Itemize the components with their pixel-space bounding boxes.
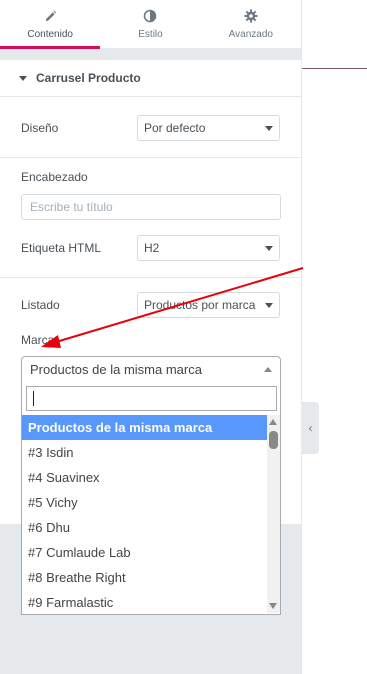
chevron-down-icon: [265, 302, 273, 308]
gear-icon: [243, 8, 259, 24]
dropdown-option[interactable]: #7 Cumlaude Lab: [22, 540, 267, 565]
encabezado-row: Encabezado: [21, 170, 280, 184]
scroll-up-icon[interactable]: [269, 419, 277, 425]
divider: [0, 277, 301, 278]
pencil-icon: [42, 8, 58, 24]
scrollbar-thumb[interactable]: [269, 431, 278, 449]
chevron-left-icon: ‹: [308, 421, 313, 435]
dropdown-option[interactable]: #3 Isdin: [22, 440, 267, 465]
half-circle-icon: [142, 8, 158, 24]
preview-area: [302, 0, 367, 674]
etiqueta-select[interactable]: H2: [137, 235, 280, 261]
diseno-select[interactable]: Por defecto: [137, 115, 280, 141]
section-header-carrusel[interactable]: Carrusel Producto: [0, 60, 301, 97]
divider: [0, 157, 301, 158]
listado-label: Listado: [21, 298, 60, 312]
chevron-up-icon: [264, 367, 272, 372]
dropdown-option[interactable]: #8 Breathe Right: [22, 565, 267, 590]
encabezado-input[interactable]: [21, 194, 281, 220]
tab-avanzado[interactable]: Avanzado: [201, 0, 301, 48]
tab-estilo[interactable]: Estilo: [100, 0, 200, 48]
dropdown-option[interactable]: #9 Farmalastic: [22, 590, 267, 615]
marca-dropdown: Productos de la misma marca #3 Isdin #4 …: [21, 382, 281, 615]
dropdown-option[interactable]: #4 Suavinex: [22, 465, 267, 490]
tab-estilo-label: Estilo: [138, 29, 163, 40]
tab-contenido-label: Contenido: [27, 29, 73, 40]
dropdown-option[interactable]: #6 Dhu: [22, 515, 267, 540]
marca-select[interactable]: Productos de la misma marca: [21, 356, 281, 383]
etiqueta-row: Etiqueta HTML H2: [21, 235, 280, 261]
diseno-value: Por defecto: [144, 121, 206, 135]
listado-value: Productos por marca: [144, 298, 256, 312]
marca-label: Marca: [21, 333, 55, 347]
listado-select[interactable]: Productos por marca: [137, 292, 280, 318]
etiqueta-label: Etiqueta HTML: [21, 241, 102, 255]
dropdown-option[interactable]: Productos de la misma marca: [22, 415, 267, 440]
section-title: Carrusel Producto: [36, 71, 141, 85]
tab-avanzado-label: Avanzado: [228, 29, 273, 40]
dropdown-scrollbar[interactable]: [267, 415, 280, 613]
diseno-row: Diseño Por defecto: [21, 115, 280, 141]
dropdown-option[interactable]: #5 Vichy: [22, 490, 267, 515]
collapse-panel-button[interactable]: ‹: [302, 402, 319, 454]
text-cursor: [33, 391, 34, 406]
chevron-down-icon: [265, 245, 273, 251]
preview-divider: [302, 68, 367, 69]
panel-tabs: Contenido Estilo Avanzado: [0, 0, 301, 49]
marca-row: Marca: [21, 333, 280, 347]
listado-row: Listado Productos por marca: [21, 292, 280, 318]
marca-value: Productos de la misma marca: [30, 362, 202, 377]
encabezado-label: Encabezado: [21, 170, 88, 184]
scroll-down-icon[interactable]: [269, 603, 277, 609]
chevron-down-icon: [265, 125, 273, 131]
tab-contenido[interactable]: Contenido: [0, 0, 101, 49]
caret-down-icon: [19, 75, 27, 81]
diseno-label: Diseño: [21, 121, 59, 135]
dropdown-options: Productos de la misma marca #3 Isdin #4 …: [22, 415, 267, 615]
dropdown-search-input[interactable]: [26, 386, 277, 411]
etiqueta-value: H2: [144, 241, 160, 255]
